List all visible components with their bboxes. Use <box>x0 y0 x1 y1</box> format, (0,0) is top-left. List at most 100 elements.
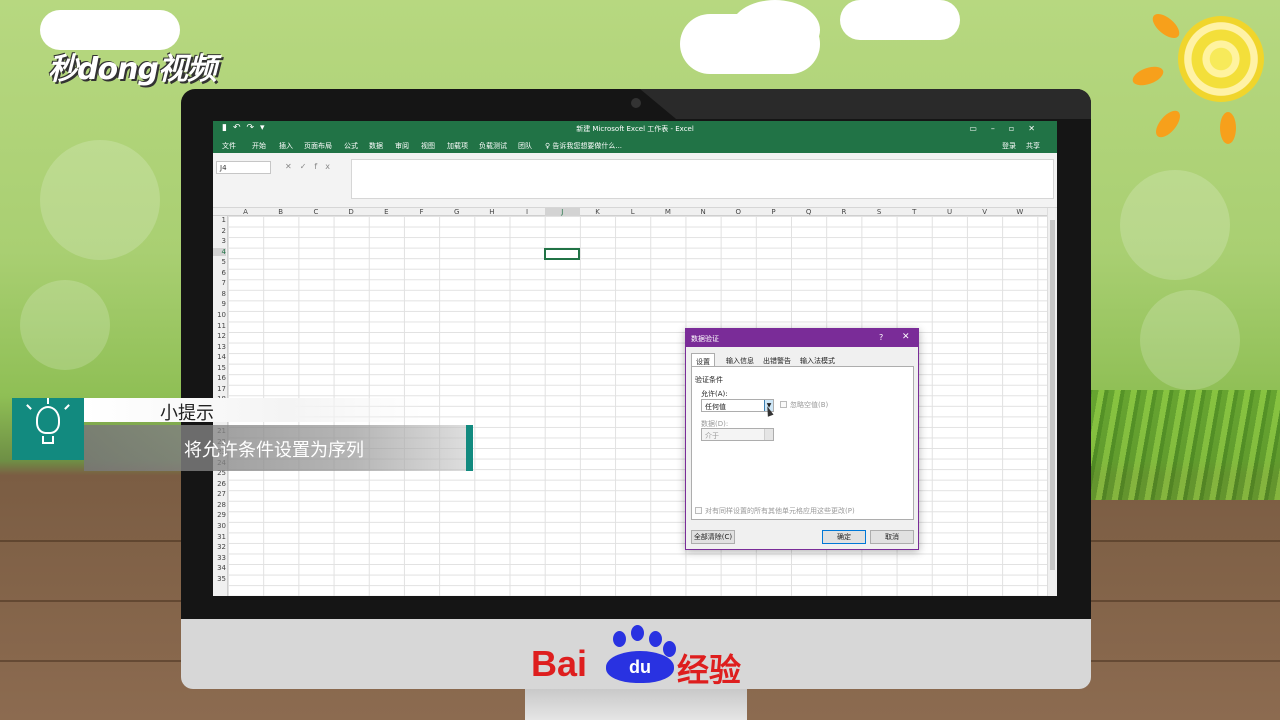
row-header[interactable]: 12 <box>213 332 226 340</box>
name-box[interactable]: J4 <box>216 161 271 174</box>
bokeh-light <box>20 280 110 370</box>
baidu-jingyan-logo: Bai du 经验 <box>527 625 757 689</box>
ignore-blank-label: 忽略空值(B) <box>790 401 829 409</box>
tab-ime-mode[interactable]: 输入法模式 <box>796 353 839 366</box>
column-header[interactable]: R <box>826 208 861 216</box>
apply-all-checkbox[interactable] <box>695 507 702 514</box>
data-select[interactable]: 介于 <box>701 428 774 441</box>
cancel-button[interactable]: 取消 <box>870 530 914 544</box>
row-header[interactable]: 2 <box>213 227 226 235</box>
row-header[interactable]: 29 <box>213 511 226 519</box>
tab-insert[interactable]: 插入 <box>279 141 293 151</box>
clear-all-button[interactable]: 全部清除(C) <box>691 530 735 544</box>
row-header[interactable]: 31 <box>213 533 226 541</box>
tip-heading-bar: 小提示 <box>84 398 424 424</box>
column-header[interactable]: U <box>932 208 967 216</box>
row-header[interactable]: 28 <box>213 501 226 509</box>
window-controls: ▭–▫✕ <box>969 124 1049 133</box>
ok-button[interactable]: 确定 <box>822 530 866 544</box>
column-header[interactable]: G <box>439 208 474 216</box>
tab-data[interactable]: 数据 <box>369 141 383 151</box>
column-header[interactable]: O <box>721 208 756 216</box>
row-header[interactable]: 15 <box>213 364 226 372</box>
row-header[interactable]: 3 <box>213 237 226 245</box>
cancel-icon[interactable]: ✕ <box>285 162 300 171</box>
column-header[interactable]: H <box>474 208 509 216</box>
tab-view[interactable]: 视图 <box>421 141 435 151</box>
row-header[interactable]: 1 <box>213 216 226 224</box>
window-title: 新建 Microsoft Excel 工作表 - Excel <box>576 125 694 133</box>
ignore-blank-checkbox[interactable] <box>780 401 787 408</box>
formula-input[interactable] <box>351 159 1054 199</box>
column-header[interactable]: J <box>544 208 580 216</box>
row-header[interactable]: 16 <box>213 374 226 382</box>
tab-settings[interactable]: 设置 <box>691 353 715 366</box>
row-header[interactable]: 7 <box>213 279 226 287</box>
row-header[interactable]: 8 <box>213 290 226 298</box>
allow-select[interactable]: 任何值 ▼ <box>701 399 774 412</box>
row-header[interactable]: 30 <box>213 522 226 530</box>
tab-home[interactable]: 开始 <box>252 141 266 151</box>
column-header[interactable]: M <box>650 208 685 216</box>
allow-value: 任何值 <box>705 403 726 411</box>
fx-icon[interactable]: fx <box>314 162 338 171</box>
help-icon[interactable]: ? <box>879 333 883 342</box>
column-header[interactable]: V <box>967 208 1002 216</box>
share-button[interactable]: 共享 <box>1026 141 1040 151</box>
column-header[interactable]: A <box>228 208 263 216</box>
close-icon[interactable]: ✕ <box>902 332 910 342</box>
scroll-thumb[interactable] <box>1050 220 1055 570</box>
row-header[interactable]: 27 <box>213 490 226 498</box>
enter-icon[interactable]: ✓ <box>300 162 315 171</box>
row-header[interactable]: 35 <box>213 575 226 583</box>
row-header[interactable]: 33 <box>213 554 226 562</box>
column-header[interactable]: I <box>510 208 545 216</box>
column-header[interactable]: E <box>369 208 404 216</box>
column-header[interactable]: D <box>334 208 369 216</box>
tab-input-message[interactable]: 输入信息 <box>722 353 758 366</box>
login-link[interactable]: 登录 <box>1002 141 1016 151</box>
column-header[interactable]: T <box>897 208 932 216</box>
tab-page-layout[interactable]: 页面布局 <box>304 141 332 151</box>
minimize-icon[interactable]: – <box>991 124 1009 133</box>
row-header[interactable]: 10 <box>213 311 226 319</box>
row-header[interactable]: 26 <box>213 480 226 488</box>
column-header[interactable]: F <box>404 208 439 216</box>
column-header[interactable]: N <box>686 208 721 216</box>
tab-load-test[interactable]: 负载测试 <box>479 141 507 151</box>
row-header[interactable]: 5 <box>213 258 226 266</box>
column-header[interactable]: L <box>615 208 650 216</box>
restore-icon[interactable]: ▫ <box>1009 124 1028 133</box>
selected-cell[interactable] <box>544 248 580 260</box>
column-header[interactable]: W <box>1002 208 1037 216</box>
row-header[interactable]: 6 <box>213 269 226 277</box>
column-header[interactable]: B <box>263 208 298 216</box>
row-header[interactable]: 34 <box>213 564 226 572</box>
row-header[interactable]: 4 <box>213 247 226 256</box>
column-header[interactable]: Q <box>791 208 826 216</box>
tab-file[interactable]: 文件 <box>222 141 236 151</box>
dialog-title: 数据验证 <box>691 335 719 343</box>
column-header[interactable]: K <box>580 208 615 216</box>
ribbon-display-icon[interactable]: ▭ <box>969 124 991 133</box>
column-header[interactable]: C <box>298 208 333 216</box>
close-icon[interactable]: ✕ <box>1028 124 1049 133</box>
sun-ray <box>1130 63 1166 89</box>
row-header[interactable]: 17 <box>213 385 226 393</box>
row-header[interactable]: 13 <box>213 343 226 351</box>
column-header[interactable]: P <box>756 208 791 216</box>
tell-me-search[interactable]: ♀ 告诉我您想要做什么... <box>545 141 622 151</box>
row-header[interactable]: 11 <box>213 322 226 330</box>
column-header[interactable]: S <box>862 208 897 216</box>
row-header[interactable]: 14 <box>213 353 226 361</box>
row-header[interactable]: 9 <box>213 300 226 308</box>
tab-review[interactable]: 审阅 <box>395 141 409 151</box>
tab-addins[interactable]: 加载项 <box>447 141 468 151</box>
chevron-down-icon[interactable] <box>764 429 773 440</box>
tab-team[interactable]: 团队 <box>518 141 532 151</box>
tab-formulas[interactable]: 公式 <box>344 141 358 151</box>
formula-icons: ✕✓fx <box>285 162 338 171</box>
vertical-scrollbar[interactable] <box>1047 208 1057 596</box>
tab-error-alert[interactable]: 出错警告 <box>759 353 795 366</box>
row-header[interactable]: 32 <box>213 543 226 551</box>
